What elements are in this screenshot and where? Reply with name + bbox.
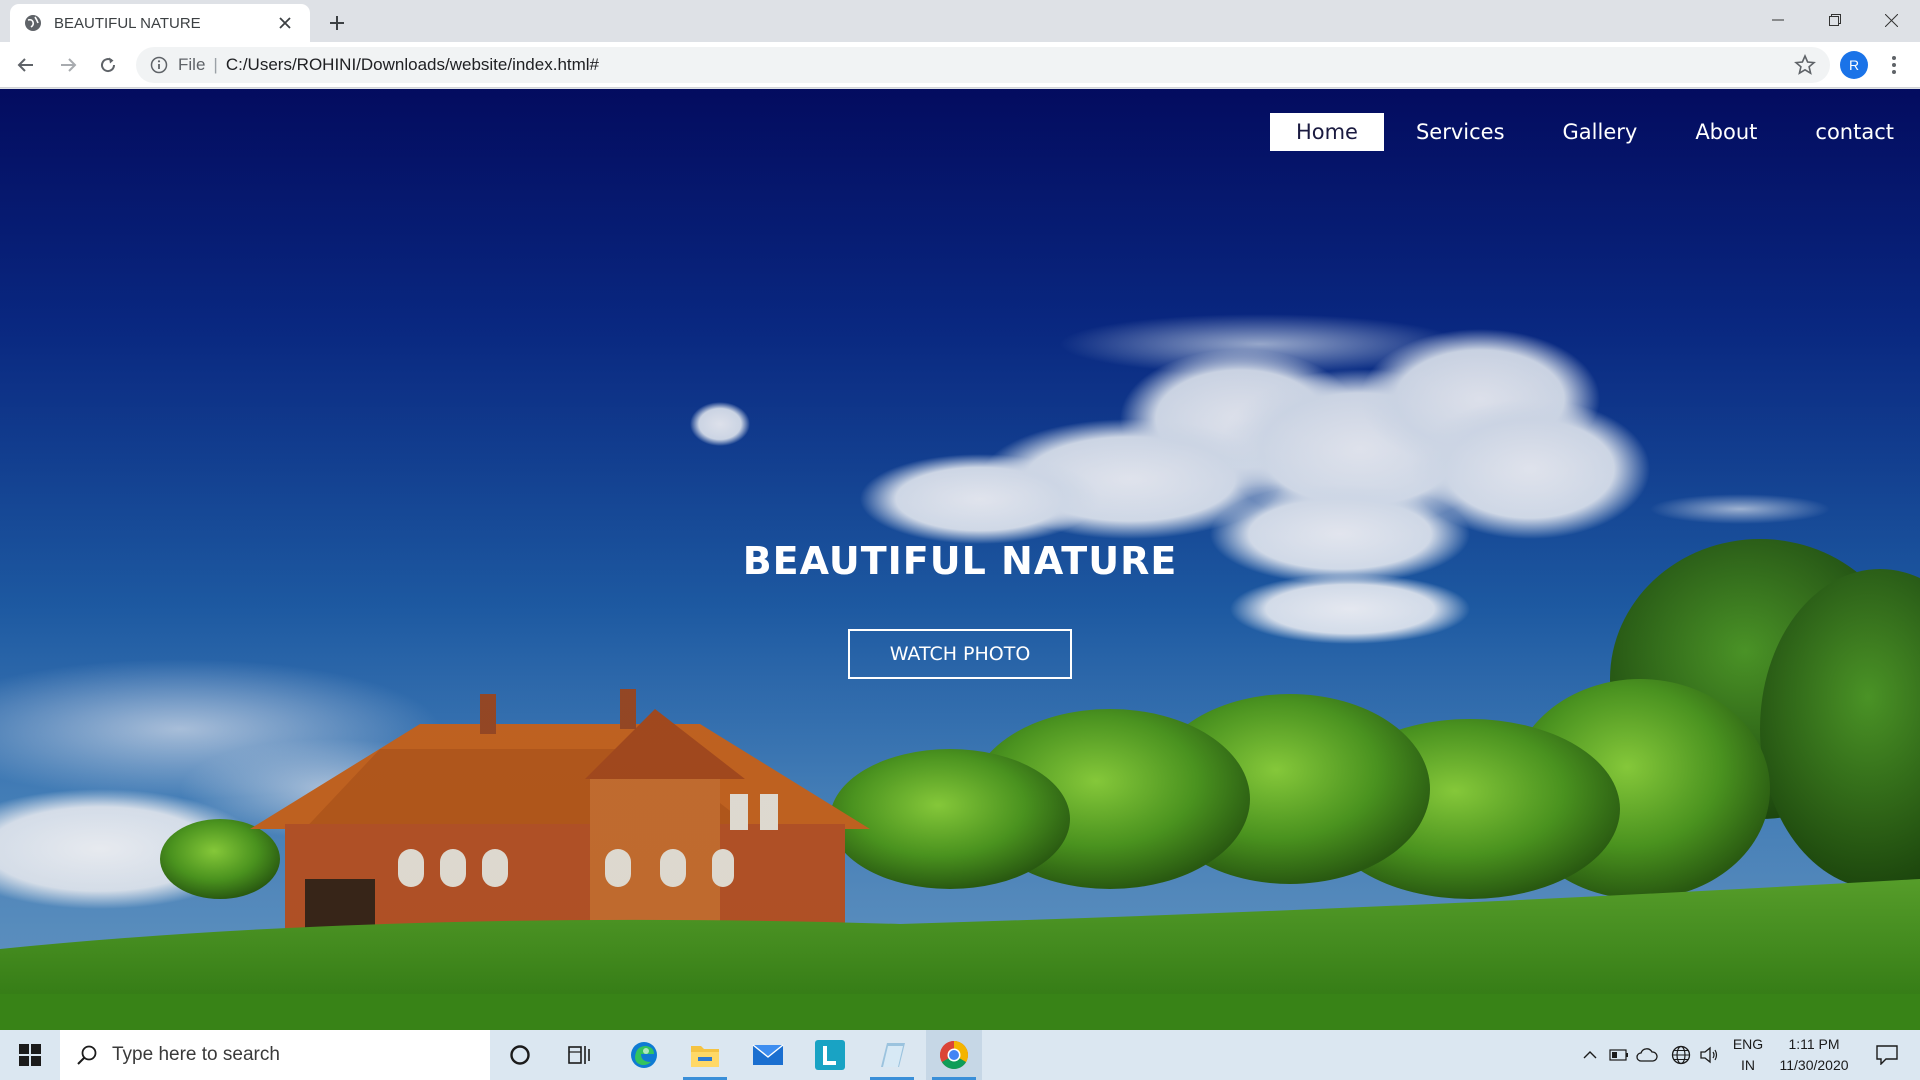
scheme-separator: | — [213, 55, 218, 74]
browser-toolbar: File | C:/Users/ROHINI/Downloads/website… — [0, 42, 1920, 88]
l-app-button[interactable] — [802, 1030, 858, 1080]
clock-time: 1:11 PM — [1788, 1036, 1840, 1052]
globe-network-icon — [1671, 1045, 1691, 1065]
mail-icon — [752, 1044, 784, 1065]
edge-button[interactable] — [616, 1030, 672, 1080]
language-code: ENG — [1732, 1036, 1764, 1052]
nav-about[interactable]: About — [1669, 113, 1783, 151]
network-status[interactable] — [1668, 1030, 1694, 1080]
site-navigation: Home Services Gallery About contact — [1264, 113, 1920, 151]
input-language[interactable]: ENG IN — [1724, 1030, 1772, 1080]
star-icon[interactable] — [1794, 54, 1816, 76]
chrome-icon — [940, 1041, 968, 1069]
watch-photo-button[interactable]: WATCH PHOTO — [848, 629, 1072, 679]
browser-tab[interactable]: BEAUTIFUL NATURE — [10, 4, 310, 42]
back-button[interactable] — [10, 49, 42, 81]
volume-control[interactable] — [1696, 1030, 1722, 1080]
arrow-left-icon — [17, 58, 33, 72]
clock[interactable]: 1:11 PM 11/30/2020 — [1772, 1030, 1856, 1080]
close-window-button[interactable] — [1863, 0, 1920, 40]
restore-button[interactable] — [1806, 0, 1863, 40]
battery-status[interactable] — [1606, 1030, 1632, 1080]
taskbar-search-box[interactable]: Type here to search — [60, 1030, 490, 1080]
cortana-button[interactable] — [492, 1030, 548, 1080]
reload-icon — [101, 57, 116, 73]
action-center-button[interactable] — [1862, 1030, 1912, 1080]
forward-button[interactable] — [52, 49, 84, 81]
globe-icon — [25, 15, 41, 31]
close-icon — [1885, 13, 1898, 27]
close-tab-icon[interactable] — [274, 12, 296, 34]
cloud-icon — [1636, 1048, 1658, 1062]
edge-icon — [631, 1042, 657, 1068]
file-explorer-icon — [691, 1046, 719, 1067]
task-view-button[interactable] — [552, 1030, 608, 1080]
restore-icon — [1828, 14, 1841, 26]
tab-strip: BEAUTIFUL NATURE — [0, 0, 1920, 42]
cortana-icon — [510, 1045, 530, 1065]
clock-date: 11/30/2020 — [1779, 1057, 1849, 1073]
reload-button[interactable] — [92, 49, 124, 81]
mail-button[interactable] — [740, 1030, 796, 1080]
minimize-button[interactable] — [1749, 0, 1806, 40]
page-viewport: Home Services Gallery About contact BEAU… — [0, 89, 1920, 1030]
url-text[interactable]: C:/Users/ROHINI/Downloads/website/index.… — [226, 55, 1794, 75]
nav-gallery[interactable]: Gallery — [1537, 113, 1664, 151]
nav-home[interactable]: Home — [1269, 113, 1384, 151]
file-explorer-button[interactable] — [677, 1030, 733, 1080]
region-code: IN — [1741, 1057, 1755, 1073]
search-placeholder: Type here to search — [112, 1044, 280, 1065]
notes-app-icon — [881, 1043, 905, 1067]
address-bar[interactable]: File | C:/Users/ROHINI/Downloads/website… — [136, 47, 1830, 83]
task-view-icon — [568, 1046, 590, 1064]
windows-logo-icon — [19, 1044, 41, 1066]
chrome-button[interactable] — [926, 1030, 982, 1080]
speaker-icon — [1700, 1046, 1718, 1064]
hero-title: BEAUTIFUL NATURE — [742, 539, 1178, 583]
onedrive-status[interactable] — [1634, 1030, 1660, 1080]
show-hidden-icons-button[interactable] — [1578, 1030, 1602, 1080]
plus-icon — [330, 16, 344, 30]
search-icon — [77, 1045, 97, 1065]
new-tab-button[interactable] — [322, 8, 352, 38]
l-app-icon — [815, 1040, 845, 1070]
nav-contact[interactable]: contact — [1789, 113, 1920, 151]
tab-title: BEAUTIFUL NATURE — [54, 14, 201, 32]
battery-icon — [1609, 1049, 1628, 1061]
scheme-label: File — [178, 55, 206, 74]
notes-app-button[interactable] — [864, 1030, 920, 1080]
browser-menu-button[interactable] — [1880, 51, 1908, 79]
nav-services[interactable]: Services — [1390, 113, 1531, 151]
notification-icon — [1876, 1045, 1898, 1065]
chevron-up-icon — [1583, 1051, 1597, 1059]
start-button[interactable] — [0, 1030, 60, 1080]
info-icon[interactable] — [150, 56, 168, 74]
window-controls — [1749, 0, 1920, 40]
profile-avatar[interactable]: R — [1840, 51, 1868, 79]
more-vert-icon — [1892, 56, 1896, 74]
arrow-right-icon — [61, 58, 77, 72]
minimize-icon — [1771, 19, 1784, 21]
windows-taskbar: Type here to search ENG IN 1:11 PM 11/30… — [0, 1030, 1920, 1080]
